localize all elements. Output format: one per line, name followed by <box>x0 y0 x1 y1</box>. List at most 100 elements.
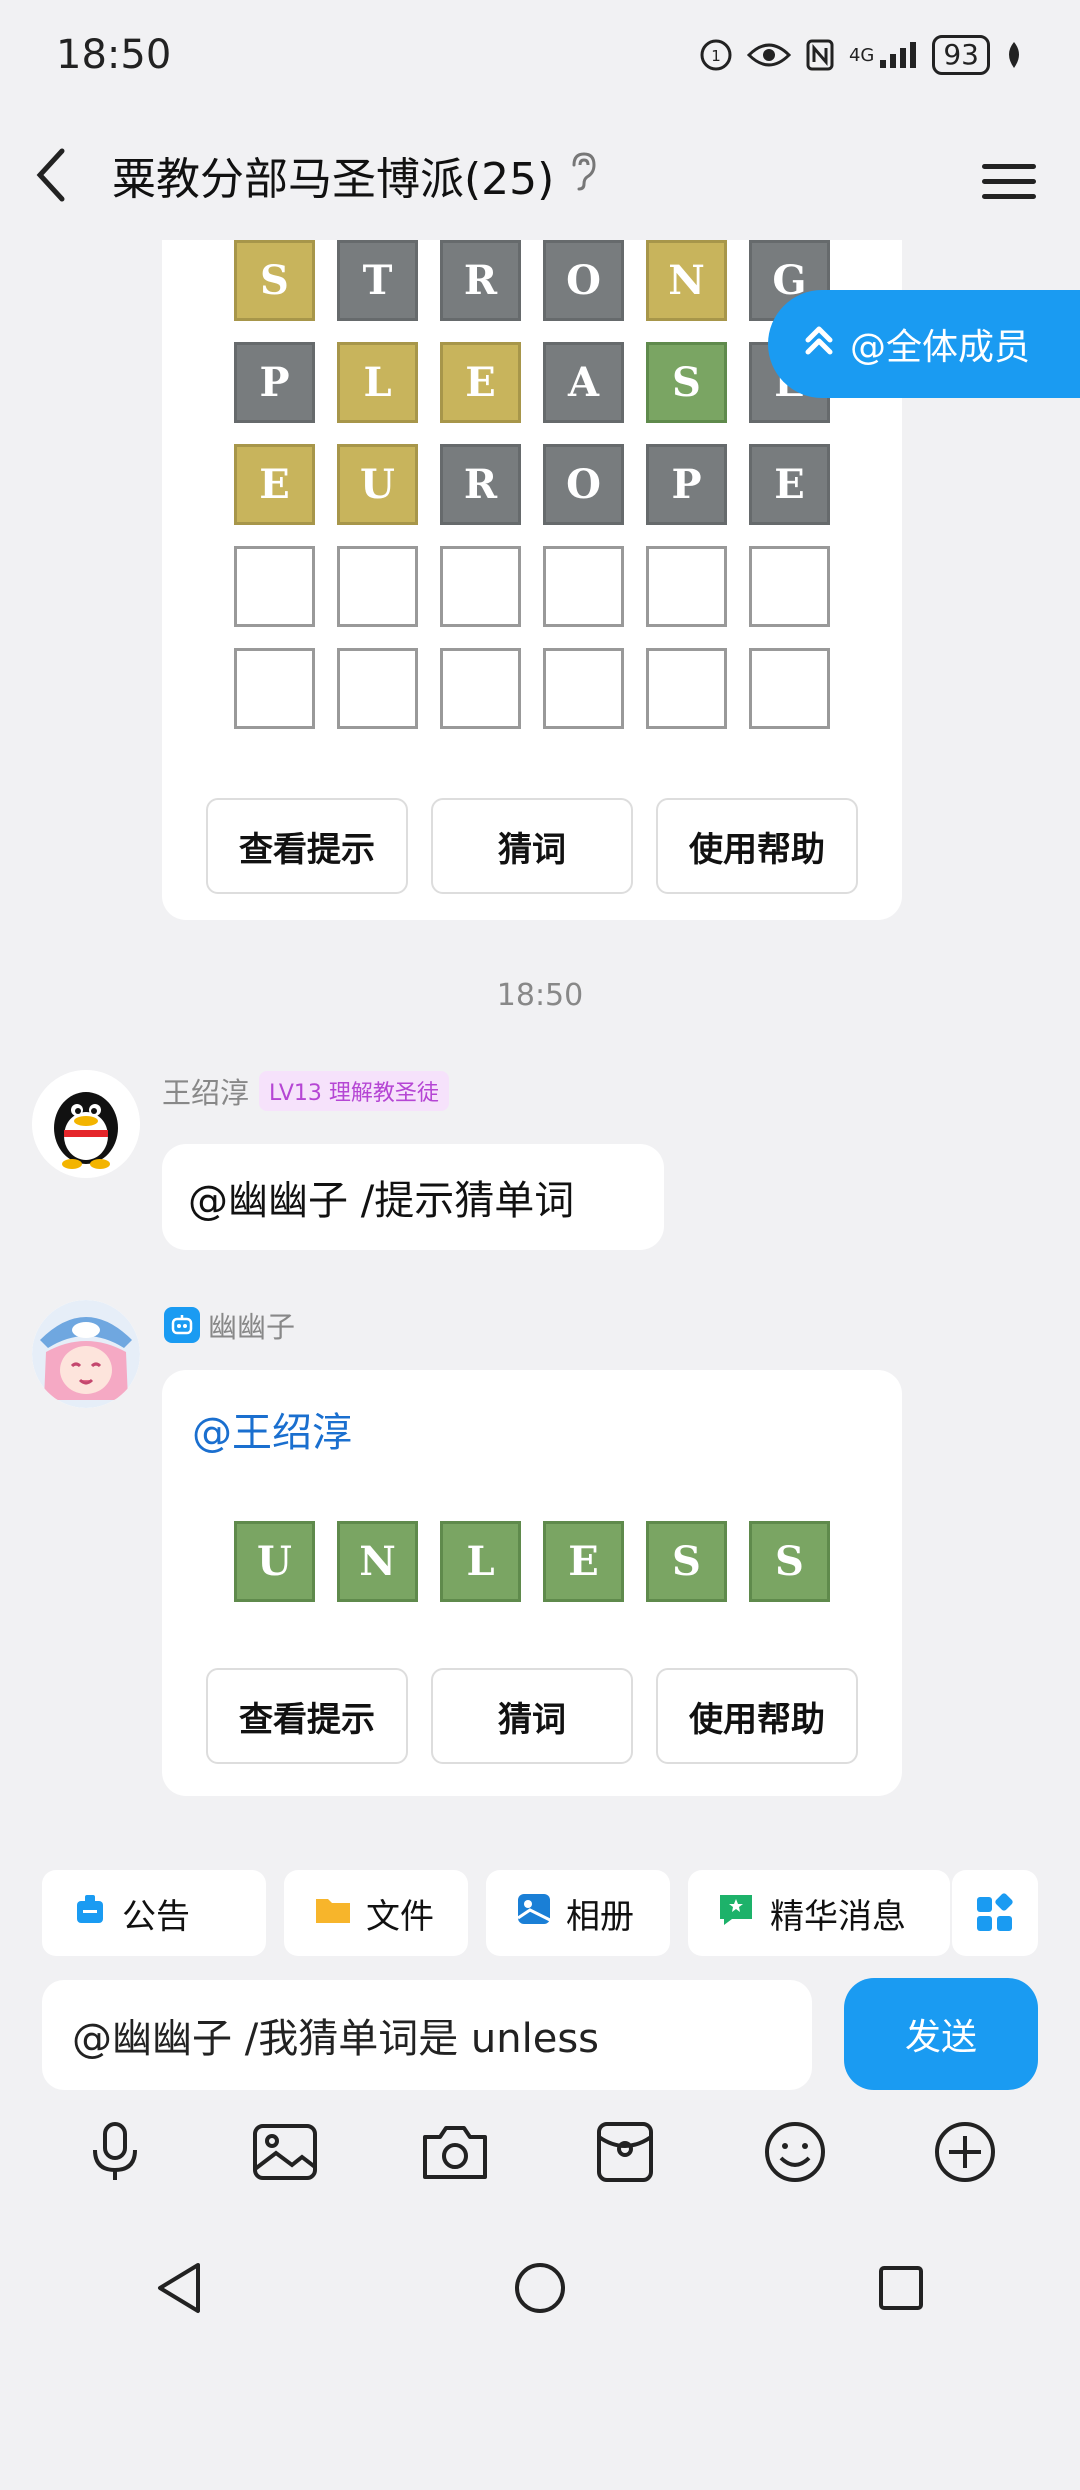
letter-tile: U <box>337 444 418 525</box>
composer: 公告 文件 相册 精华消息 @幽幽子 /我猜单词是 unless 发送 <box>0 1850 1080 2490</box>
ear-icon[interactable] <box>570 151 598 199</box>
quick-actions: 公告 文件 相册 精华消息 <box>42 1870 950 1956</box>
tile-row: UNLESS <box>234 1521 830 1602</box>
hamburger-line <box>982 164 1036 169</box>
file-button[interactable]: 文件 <box>284 1870 468 1956</box>
letter-tile: A <box>543 342 624 423</box>
avatar-anime[interactable] <box>32 1300 140 1408</box>
level-badge: LV13 理解教圣徒 <box>259 1071 449 1111</box>
system-nav-bar <box>0 2240 1080 2340</box>
red-packet-icon[interactable] <box>585 2112 665 2192</box>
composer-icons <box>0 2112 1080 2192</box>
album-button[interactable]: 相册 <box>486 1870 670 1956</box>
letter-tile: O <box>543 444 624 525</box>
message-input[interactable]: @幽幽子 /我猜单词是 unless <box>42 1980 812 2090</box>
notice-label: 公告 <box>122 1896 190 1937</box>
more-apps-button[interactable] <box>952 1870 1038 1956</box>
letter-tile: E <box>440 342 521 423</box>
card-action-button[interactable]: 使用帮助 <box>656 1668 858 1764</box>
double-chevron-up-icon <box>804 322 834 367</box>
sender-name[interactable]: 幽幽子 <box>208 1304 295 1346</box>
letter-tile: S <box>749 1521 830 1602</box>
mention-link[interactable]: @王绍淳 <box>192 1400 352 1458</box>
letter-tile <box>440 648 521 729</box>
chat-header: 粟教分部马圣博派(25) <box>0 110 1080 240</box>
camera-icon[interactable] <box>415 2112 495 2192</box>
card-action-button[interactable]: 查看提示 <box>206 1668 408 1764</box>
album-label: 相册 <box>566 1896 634 1937</box>
eye-icon <box>746 40 791 70</box>
back-button[interactable] <box>36 145 86 205</box>
image-icon[interactable] <box>245 2112 325 2192</box>
leaf-icon <box>1004 40 1024 70</box>
plus-icon[interactable] <box>925 2112 1005 2192</box>
signal-icon: 4G <box>849 40 918 70</box>
avatar-penguin[interactable] <box>32 1070 140 1178</box>
letter-tile: S <box>646 1521 727 1602</box>
battery-icon: 93 <box>932 35 990 75</box>
status-time: 18:50 <box>56 32 172 78</box>
sender-info: 幽幽子 <box>164 1304 295 1346</box>
letter-tile: L <box>337 342 418 423</box>
letter-tile: O <box>543 240 624 321</box>
tile-row: STRONG <box>234 240 830 321</box>
letter-tile <box>337 648 418 729</box>
nav-home-icon[interactable] <box>513 2261 567 2319</box>
mention-all-label: @全体成员 <box>850 327 1031 368</box>
message-timestamp: 18:50 <box>496 978 584 1013</box>
letter-tile <box>234 546 315 627</box>
tile-row: PLEASE <box>234 342 830 423</box>
sender-name[interactable]: 王绍淳 <box>162 1070 249 1112</box>
network-type: 4G <box>848 44 875 66</box>
status-icons: 1 4G 93 <box>699 35 1024 75</box>
letter-tile: S <box>234 240 315 321</box>
letter-tile: R <box>440 240 521 321</box>
card-action-button[interactable]: 猜词 <box>431 1668 633 1764</box>
mention-all-button[interactable]: @全体成员 <box>768 290 1080 398</box>
card-buttons: 查看提示 猜词 使用帮助 <box>206 1668 858 1764</box>
letter-tile: P <box>234 342 315 423</box>
nav-recents-icon[interactable] <box>876 2263 926 2317</box>
wordle-answer: UNLESS <box>234 1521 830 1623</box>
chevron-left-icon <box>36 148 65 202</box>
album-icon <box>516 1892 552 1934</box>
notice-button[interactable]: 公告 <box>42 1870 266 1956</box>
nfc-icon <box>805 38 835 72</box>
tile-row <box>234 546 830 627</box>
letter-tile: P <box>646 444 727 525</box>
letter-tile <box>646 546 727 627</box>
card-action-button[interactable]: 查看提示 <box>206 798 408 894</box>
letter-tile: S <box>646 342 727 423</box>
letter-tile <box>543 546 624 627</box>
letter-tile <box>440 546 521 627</box>
chat-area[interactable]: STRONGPLEASEEUROPE 查看提示猜词使用帮助 @全体成员 18:5… <box>0 240 1080 1850</box>
letter-tile: R <box>440 444 521 525</box>
nav-back-icon[interactable] <box>154 2261 204 2319</box>
folder-icon <box>314 1893 352 1933</box>
letter-tile <box>646 648 727 729</box>
status-bar: 18:50 1 4G 93 <box>0 0 1080 110</box>
svg-text:1: 1 <box>711 47 721 65</box>
group-title[interactable]: 粟教分部马圣博派(25) <box>112 143 554 207</box>
card-action-button[interactable]: 使用帮助 <box>656 798 858 894</box>
send-button[interactable]: 发送 <box>844 1978 1038 2090</box>
letter-tile: N <box>646 240 727 321</box>
bot-icon <box>164 1307 200 1343</box>
card-action-button[interactable]: 猜词 <box>431 798 633 894</box>
notice-icon <box>72 1891 108 1935</box>
letter-tile: L <box>440 1521 521 1602</box>
microphone-icon[interactable] <box>75 2112 155 2192</box>
letter-tile: T <box>337 240 418 321</box>
card-buttons: 查看提示 猜词 使用帮助 <box>206 798 858 894</box>
letter-tile <box>543 648 624 729</box>
file-label: 文件 <box>366 1896 434 1937</box>
letter-tile: U <box>234 1521 315 1602</box>
emoji-icon[interactable] <box>755 2112 835 2192</box>
menu-button[interactable] <box>982 154 1036 209</box>
essence-button[interactable]: 精华消息 <box>688 1870 950 1956</box>
letter-tile <box>337 546 418 627</box>
letter-tile: E <box>749 444 830 525</box>
wordle-grid: STRONGPLEASEEUROPE <box>234 240 830 750</box>
tile-row <box>234 648 830 729</box>
message-bubble[interactable]: @幽幽子 /提示猜单词 <box>162 1144 664 1250</box>
